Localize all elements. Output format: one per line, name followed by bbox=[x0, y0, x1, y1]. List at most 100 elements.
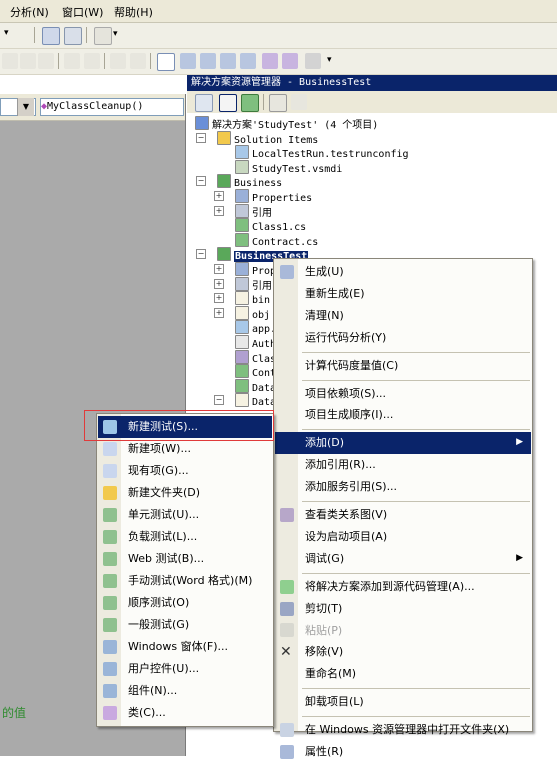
indent-icon[interactable] bbox=[84, 53, 100, 69]
tree-expand-icon[interactable]: + bbox=[214, 205, 224, 216]
menu-item[interactable]: 负载测试(L)... bbox=[98, 526, 272, 548]
method-dropdown[interactable]: ◆MyClassCleanup() bbox=[40, 98, 184, 116]
bookmark-icon[interactable] bbox=[157, 53, 175, 71]
menu-item[interactable]: 将解决方案添加到源代码管理(A)... bbox=[275, 576, 531, 598]
tree-collapse-icon[interactable]: − bbox=[196, 249, 206, 260]
tree-node[interactable]: Class1.cs bbox=[235, 218, 306, 233]
show-all-files-icon[interactable] bbox=[219, 94, 237, 112]
tree-node[interactable]: bin bbox=[235, 291, 270, 306]
menu-item[interactable]: 重新生成(E) bbox=[275, 283, 531, 305]
bookmark-doc-next-icon[interactable] bbox=[282, 53, 298, 69]
tree-node[interactable]: Solution Items bbox=[217, 130, 318, 146]
references-icon bbox=[235, 276, 249, 291]
menu-item[interactable]: 一般测试(G) bbox=[98, 614, 272, 636]
tree-node[interactable]: LocalTestRun.testrunconfig bbox=[235, 145, 409, 160]
bookmark-doc-icon[interactable] bbox=[262, 53, 278, 69]
menu-analyze[interactable]: 分析(N) bbox=[10, 4, 49, 20]
dropdown-arrow-icon[interactable]: ▾ bbox=[4, 28, 9, 38]
open-folder-icon bbox=[280, 723, 294, 738]
dropdown-arrow-icon[interactable]: ▾ bbox=[327, 55, 332, 65]
tree-node[interactable]: Properties bbox=[235, 189, 312, 204]
menu-item[interactable]: 运行代码分析(Y) bbox=[275, 327, 531, 349]
menu-separator bbox=[302, 501, 530, 502]
menu-item[interactable]: 计算代码度量值(C) bbox=[275, 355, 531, 377]
tree-node[interactable]: 引用 bbox=[235, 203, 272, 219]
menu-item[interactable]: 清理(N) bbox=[275, 305, 531, 327]
text-file-icon bbox=[235, 335, 249, 349]
delete-icon[interactable] bbox=[94, 27, 112, 45]
menu-item[interactable]: 添加服务引用(S)... bbox=[275, 476, 531, 498]
layout-grid-icon[interactable] bbox=[42, 27, 60, 45]
tree-expand-icon[interactable]: + bbox=[214, 264, 224, 274]
dropdown-arrow-icon[interactable]: ▾ bbox=[113, 29, 118, 39]
cs-file-icon bbox=[235, 232, 249, 247]
tree-collapse-icon[interactable]: − bbox=[196, 132, 206, 143]
comment-icon[interactable] bbox=[110, 53, 126, 69]
menu-item[interactable]: Web 测试(B)... bbox=[98, 548, 272, 570]
menu-item[interactable]: 新建文件夹(D) bbox=[98, 482, 272, 504]
menu-item[interactable]: 新建项(W)... bbox=[98, 438, 272, 460]
menu-item[interactable]: 在 Windows 资源管理器中打开文件夹(X) bbox=[275, 719, 531, 741]
build-icon bbox=[280, 264, 294, 279]
outdent-icon[interactable] bbox=[64, 53, 80, 69]
chevron-down-icon[interactable]: ▼ bbox=[17, 98, 34, 116]
tree-expand-icon[interactable]: + bbox=[214, 191, 224, 201]
tree-node[interactable]: Business bbox=[217, 174, 282, 189]
menu-item[interactable]: 重命名(M) bbox=[275, 663, 531, 685]
menu-item[interactable]: ✕ 移除(V) bbox=[275, 641, 531, 663]
tree-node[interactable]: Data bbox=[235, 393, 276, 408]
menu-item[interactable]: 单元测试(U)... bbox=[98, 504, 272, 526]
menu-item[interactable]: 手动测试(Word 格式)(M) bbox=[98, 570, 272, 592]
menu-item[interactable]: 调试(G) ▶ bbox=[275, 548, 531, 570]
menu-item[interactable]: 查看类关系图(V) bbox=[275, 504, 531, 526]
tree-collapse-icon[interactable]: − bbox=[196, 176, 206, 187]
menu-item-label: 将解决方案添加到源代码管理(A)... bbox=[305, 579, 475, 593]
tree-expand-icon[interactable]: + bbox=[214, 293, 224, 304]
menu-item[interactable]: 用户控件(U)... bbox=[98, 658, 272, 680]
tree-node[interactable]: 解决方案'StudyTest' (4 个项目) bbox=[195, 116, 378, 131]
method-dropdown-value: MyClassCleanup() bbox=[47, 101, 144, 112]
properties-icon[interactable] bbox=[195, 94, 213, 112]
refresh-icon[interactable] bbox=[241, 94, 259, 112]
properties-icon bbox=[280, 744, 294, 759]
tree-expand-icon[interactable]: + bbox=[214, 278, 224, 289]
tree-node-label: 引用 bbox=[252, 280, 272, 292]
status-text: 的值 bbox=[2, 706, 27, 720]
bookmark-next-icon[interactable] bbox=[200, 53, 216, 69]
menu-item[interactable]: 属性(R) bbox=[275, 741, 531, 763]
bookmark-folder-next-icon[interactable] bbox=[240, 53, 256, 69]
menu-item[interactable]: 项目依赖项(S)... bbox=[275, 383, 531, 405]
menu-item[interactable]: 类(C)... bbox=[98, 702, 272, 724]
menu-item[interactable]: 剪切(T) bbox=[275, 598, 531, 620]
align-icon[interactable] bbox=[20, 53, 36, 69]
menu-item[interactable]: 项目生成顺序(I)... bbox=[275, 404, 531, 426]
menu-item[interactable]: 卸载项目(L) bbox=[275, 691, 531, 713]
menu-item[interactable]: 添加引用(R)... bbox=[275, 454, 531, 476]
menu-item[interactable]: Windows 窗体(F)... bbox=[98, 636, 272, 658]
tree-expand-icon[interactable]: + bbox=[214, 307, 224, 318]
font-icon[interactable] bbox=[38, 53, 54, 69]
menu-item-label: 新建项(W)... bbox=[128, 442, 191, 455]
tree-node[interactable]: 引用 bbox=[235, 276, 272, 292]
menu-window[interactable]: 窗口(W) bbox=[62, 4, 103, 20]
align-icon[interactable] bbox=[2, 53, 18, 69]
menu-item[interactable]: 组件(N)... bbox=[98, 680, 272, 702]
tree-node[interactable]: obj bbox=[235, 305, 270, 321]
menu-item[interactable]: 添加(D) ▶ bbox=[275, 432, 531, 455]
class-diagram-icon[interactable] bbox=[291, 94, 307, 110]
tree-node[interactable]: Contract.cs bbox=[235, 232, 318, 248]
menu-help[interactable]: 帮助(H) bbox=[114, 4, 153, 20]
view-code-icon[interactable] bbox=[269, 94, 287, 112]
menu-item[interactable]: 设为启动项目(A) bbox=[275, 526, 531, 548]
menu-item-label: Web 测试(B)... bbox=[128, 552, 205, 565]
menu-item[interactable]: 生成(U) bbox=[275, 261, 531, 283]
tree-node[interactable]: StudyTest.vsmdi bbox=[235, 159, 342, 175]
clear-bookmarks-icon[interactable] bbox=[305, 53, 321, 69]
window-layout-icon[interactable] bbox=[64, 27, 82, 45]
menu-item[interactable]: 顺序测试(O) bbox=[98, 592, 272, 614]
tree-collapse-icon[interactable]: − bbox=[214, 395, 224, 406]
bookmark-prev-icon[interactable] bbox=[180, 53, 196, 69]
uncomment-icon[interactable] bbox=[130, 53, 146, 69]
menu-item[interactable]: 现有项(G)... bbox=[98, 460, 272, 482]
bookmark-folder-prev-icon[interactable] bbox=[220, 53, 236, 69]
